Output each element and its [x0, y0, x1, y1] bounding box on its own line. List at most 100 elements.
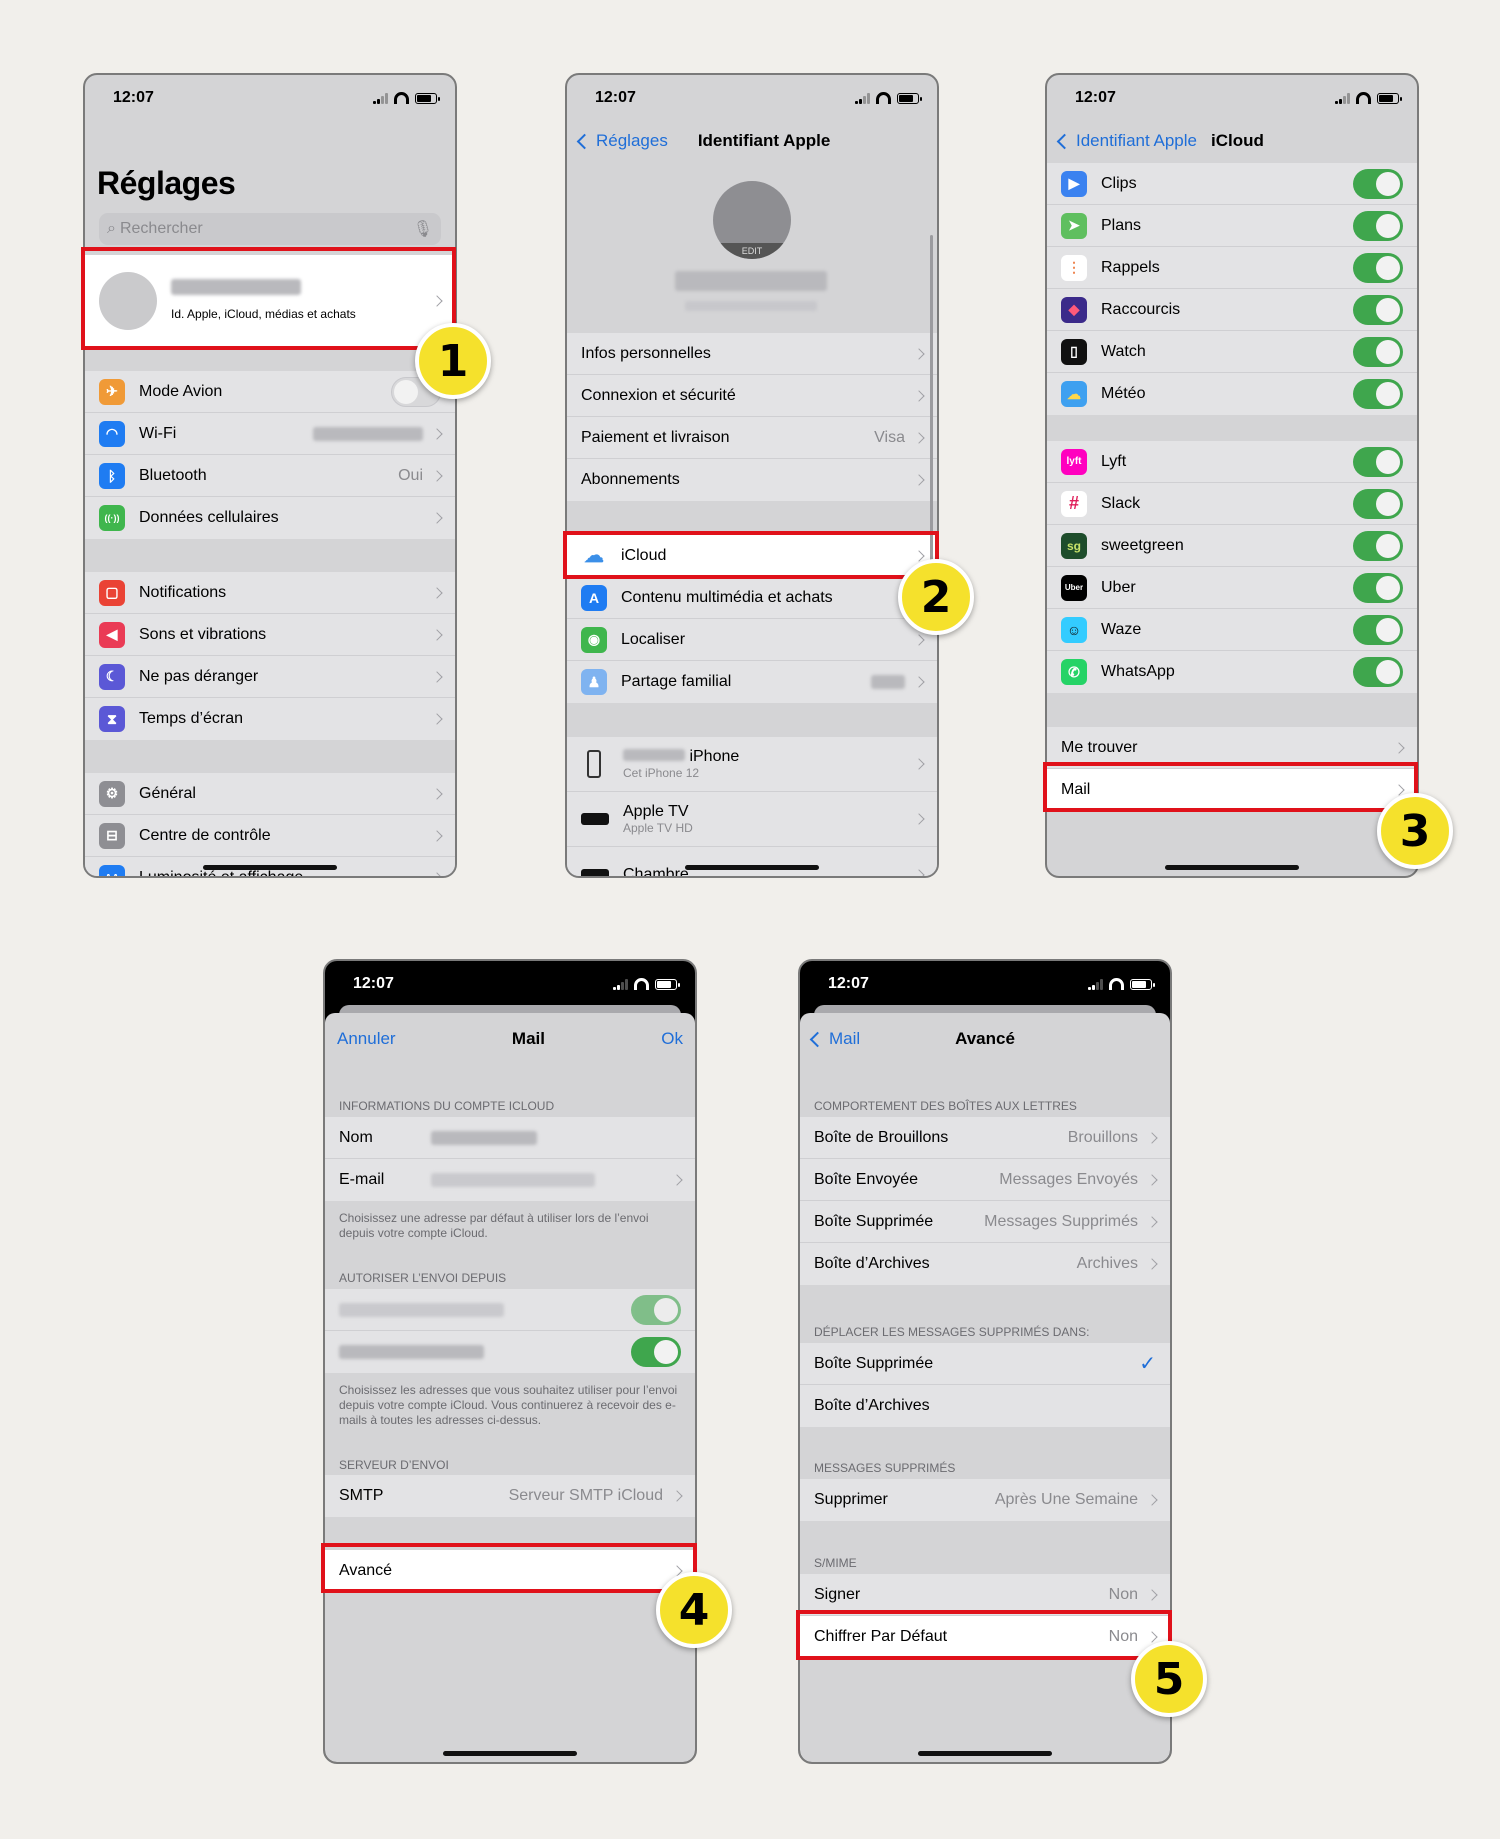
app-toggle-row[interactable]: ☁ Météo: [1047, 373, 1417, 415]
settings-row[interactable]: ◉ Localiser: [567, 619, 937, 661]
settings-row[interactable]: Paiement et livraison Visa: [567, 417, 937, 459]
toggle[interactable]: [1353, 210, 1403, 241]
status-time: 12:07: [595, 89, 636, 106]
app-toggle-row[interactable]: ▯ Watch: [1047, 331, 1417, 373]
ok-button[interactable]: Ok: [661, 1029, 683, 1049]
mic-icon[interactable]: 🎙︎: [413, 219, 433, 239]
app-toggle-row[interactable]: Uber Uber: [1047, 567, 1417, 609]
profile-photo[interactable]: EDIT: [713, 181, 791, 259]
toggle[interactable]: [1353, 168, 1403, 199]
app-toggle-row[interactable]: ✆ WhatsApp: [1047, 651, 1417, 693]
settings-row[interactable]: Connexion et sécurité: [567, 375, 937, 417]
nav-bar: Identifiant Apple iCloud: [1047, 119, 1417, 163]
cancel-button[interactable]: Annuler: [337, 1029, 396, 1049]
address-toggle-row[interactable]: [325, 1331, 695, 1373]
option-row[interactable]: Boîte Supprimée ✓: [800, 1343, 1170, 1385]
device-row[interactable]: iPhone Cet iPhone 12: [567, 737, 937, 792]
app-toggle-row[interactable]: sg sweetgreen: [1047, 525, 1417, 567]
toggle[interactable]: [1353, 294, 1403, 325]
toggle[interactable]: [1353, 530, 1403, 561]
toggle[interactable]: [1353, 488, 1403, 519]
toggle[interactable]: [1353, 614, 1403, 645]
settings-row[interactable]: ⊟ Centre de contrôle: [85, 815, 455, 857]
toggle[interactable]: [1353, 572, 1403, 603]
settings-row[interactable]: ✈ Mode Avion: [85, 371, 455, 413]
highlight-box-4: [321, 1543, 697, 1593]
settings-row[interactable]: Boîte d’Archives Archives: [800, 1243, 1170, 1285]
settings-row[interactable]: ▢ Notifications: [85, 572, 455, 614]
back-button[interactable]: Réglages: [579, 131, 668, 151]
icloud-apps-group: ▶ Clips ➤ Plans ⋮ Rappels ◆ Raccourcis ▯ Watc…: [1047, 163, 1417, 415]
app-toggle-row[interactable]: # Slack: [1047, 483, 1417, 525]
toggle[interactable]: [631, 1337, 681, 1367]
delete-row[interactable]: Supprimer Après Une Semaine: [800, 1479, 1170, 1521]
smtp-row[interactable]: SMTP Serveur SMTP iCloud: [325, 1475, 695, 1517]
settings-row[interactable]: ((·)) Données cellulaires: [85, 497, 455, 539]
settings-row[interactable]: Boîte Supprimée Messages Supprimés: [800, 1201, 1170, 1243]
app-toggle-row[interactable]: lyft Lyft: [1047, 441, 1417, 483]
row-value: Serveur SMTP iCloud: [508, 1487, 663, 1504]
signal-icon: [1088, 978, 1103, 990]
toggle[interactable]: [1353, 336, 1403, 367]
back-button[interactable]: Identifiant Apple: [1059, 131, 1197, 151]
nav-title: Mail: [511, 1029, 545, 1048]
status-icons: [855, 92, 922, 104]
app-toggle-row[interactable]: ◆ Raccourcis: [1047, 289, 1417, 331]
app-toggle-row[interactable]: ▶ Clips: [1047, 163, 1417, 205]
name-row[interactable]: Nom: [325, 1117, 695, 1159]
address-toggle-row[interactable]: [325, 1289, 695, 1331]
toggle[interactable]: [1353, 446, 1403, 477]
app-toggle-row[interactable]: ☺ Waze: [1047, 609, 1417, 651]
slack-icon: #: [1061, 490, 1087, 517]
status-bar: 12:07: [85, 75, 455, 121]
signal-icon: [855, 92, 870, 104]
settings-row[interactable]: ☾ Ne pas déranger: [85, 656, 455, 698]
settings-row[interactable]: ᛒ Bluetooth Oui: [85, 455, 455, 497]
battery-icon: [897, 92, 922, 104]
section-header: INFORMATIONS DU COMPTE ICLOUD: [339, 1099, 555, 1113]
uber-icon: Uber: [1061, 574, 1087, 601]
app-toggle-row[interactable]: ⋮ Rappels: [1047, 247, 1417, 289]
row-label: Météo: [1101, 385, 1146, 402]
section-header: SERVEUR D’ENVOI: [339, 1458, 449, 1472]
settings-row[interactable]: ⚙ Général: [85, 773, 455, 815]
wifi-network-redacted: [313, 426, 423, 441]
profile-name-redacted: [675, 271, 827, 291]
email-value-redacted: [431, 1173, 595, 1187]
search-icon: ⌕: [107, 220, 116, 237]
modal-sheet: Annuler Mail Ok INFORMATIONS DU COMPTE ICL…: [325, 1013, 695, 1762]
settings-row[interactable]: ⧗ Temps d’écran: [85, 698, 455, 740]
settings-row[interactable]: ◀ Sons et vibrations: [85, 614, 455, 656]
weather-icon: ☁: [1061, 381, 1087, 407]
device-name: Apple TV: [623, 803, 689, 820]
settings-row[interactable]: A Contenu multimédia et achats: [567, 577, 937, 619]
device-row[interactable]: Chambre: [567, 847, 937, 876]
section-header: DÉPLACER LES MESSAGES SUPPRIMÉS DANS:: [814, 1325, 1090, 1339]
row-label: Bluetooth: [139, 466, 207, 484]
device-row[interactable]: Apple TV Apple TV HD: [567, 792, 937, 847]
app-toggle-row[interactable]: ➤ Plans: [1047, 205, 1417, 247]
row-label: Boîte de Brouillons: [814, 1128, 949, 1146]
settings-row[interactable]: Infos personnelles: [567, 333, 937, 375]
settings-row[interactable]: Boîte Envoyée Messages Envoyés: [800, 1159, 1170, 1201]
devices-group: iPhone Cet iPhone 12 Apple TV Apple TV HD …: [567, 737, 937, 876]
settings-row[interactable]: Abonnements: [567, 459, 937, 501]
option-row[interactable]: Boîte d’Archives: [800, 1385, 1170, 1427]
settings-row[interactable]: ♟ Partage familial: [567, 661, 937, 703]
email-row[interactable]: E-mail: [325, 1159, 695, 1201]
scrollbar[interactable]: [930, 235, 933, 575]
settings-row[interactable]: Boîte de Brouillons Brouillons: [800, 1117, 1170, 1159]
back-button[interactable]: Mail: [812, 1029, 860, 1049]
section-footer: Choisissez les adresses que vous souhait…: [339, 1383, 678, 1427]
device-name: iPhone: [689, 748, 740, 765]
wifi-icon: [634, 978, 649, 990]
maps-icon: ➤: [1061, 212, 1087, 239]
settings-row[interactable]: ◠ Wi-Fi: [85, 413, 455, 455]
deleted-messages-group: Supprimer Après Une Semaine: [800, 1479, 1170, 1521]
toggle[interactable]: [1353, 379, 1403, 409]
toggle[interactable]: [1353, 657, 1403, 687]
toggle[interactable]: [1353, 252, 1403, 283]
search-placeholder: Rechercher: [119, 220, 203, 237]
search-input[interactable]: ⌕ Rechercher 🎙︎: [99, 213, 441, 245]
toggle[interactable]: [631, 1294, 681, 1325]
